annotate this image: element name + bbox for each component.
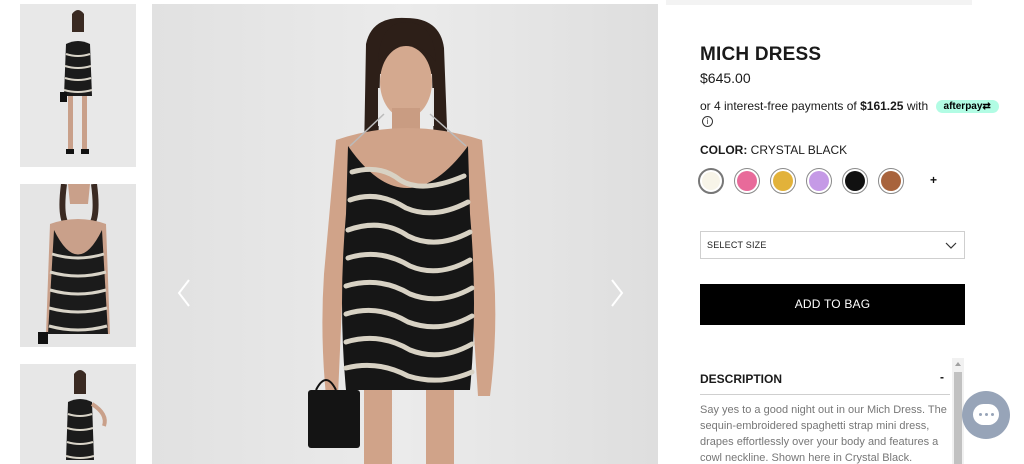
afterpay-logo[interactable]: afterpay⇄ <box>935 100 999 113</box>
chat-dot <box>979 413 982 416</box>
thumbnail-front-full[interactable] <box>20 4 136 167</box>
thumbnail-side[interactable] <box>20 364 136 464</box>
color-value: CRYSTAL BLACK <box>750 143 848 157</box>
afterpay-message: or 4 interest-free payments of $161.25 w… <box>700 99 999 113</box>
chevron-right-icon <box>611 279 624 307</box>
chat-dot <box>991 413 994 416</box>
chat-button[interactable] <box>962 391 1010 439</box>
gallery-prev-button[interactable] <box>172 276 196 310</box>
info-icon[interactable]: i <box>702 116 713 127</box>
size-select-label: SELECT SIZE <box>707 240 767 250</box>
chevron-down-icon <box>945 242 957 249</box>
afterpay-logo-text: afterpay <box>943 101 983 112</box>
swatch-lilac[interactable] <box>806 168 832 194</box>
afterpay-amount: $161.25 <box>860 99 904 113</box>
afterpay-prefix: or 4 interest-free payments of <box>700 99 857 113</box>
description-collapse-toggle[interactable]: - <box>940 370 944 384</box>
color-selection-label: COLOR: CRYSTAL BLACK <box>700 143 847 157</box>
swatch-bronze[interactable] <box>878 168 904 194</box>
description-panel: DESCRIPTION - Say yes to a good night ou… <box>700 358 964 464</box>
description-header[interactable]: DESCRIPTION <box>700 372 782 386</box>
color-label: COLOR: <box>700 143 748 157</box>
swatch-cream[interactable] <box>698 168 724 194</box>
description-divider <box>700 394 950 395</box>
model-figure <box>152 4 658 464</box>
main-product-image <box>152 4 658 464</box>
chat-dot <box>985 413 988 416</box>
product-price: $645.00 <box>700 70 751 86</box>
thumbnail-front-closeup[interactable] <box>20 184 136 347</box>
swatch-gold[interactable] <box>770 168 796 194</box>
scrollbar-thumb[interactable] <box>954 372 962 464</box>
swatch-pink[interactable] <box>734 168 760 194</box>
add-to-bag-button[interactable]: ADD TO BAG <box>700 284 965 325</box>
product-title: MICH DRESS <box>700 44 822 65</box>
size-select[interactable]: SELECT SIZE <box>700 231 965 259</box>
gallery-next-button[interactable] <box>605 276 629 310</box>
swatch-black[interactable] <box>842 168 868 194</box>
more-colors-button[interactable]: + <box>930 173 937 187</box>
chevron-left-icon <box>177 279 190 307</box>
product-page: MICH DRESS $645.00 or 4 interest-free pa… <box>0 0 1024 464</box>
top-strip <box>666 0 972 5</box>
color-swatches <box>698 168 948 194</box>
description-text: Say yes to a good night out in our Mich … <box>700 404 947 464</box>
scroll-up-arrow-icon[interactable] <box>955 362 961 366</box>
afterpay-suffix: with <box>906 99 929 113</box>
